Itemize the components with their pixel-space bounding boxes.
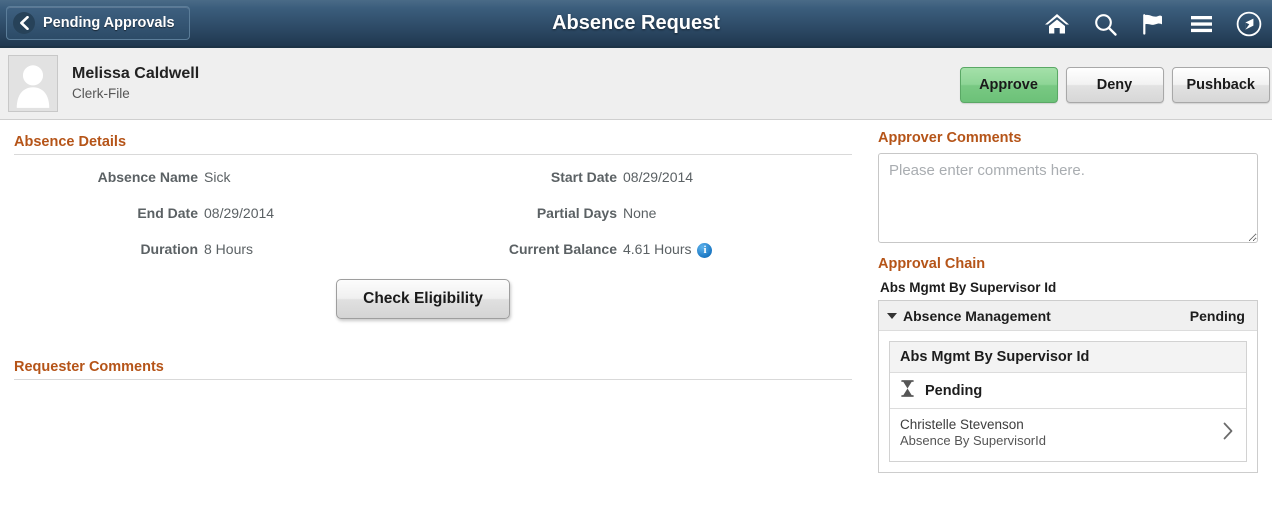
approval-chain-body: Abs Mgmt By Supervisor Id Pending Christ… (879, 331, 1257, 472)
absence-details-heading: Absence Details (14, 134, 852, 155)
hourglass-icon (900, 380, 915, 401)
header-icon-group (1042, 0, 1264, 48)
field-value: Sick (204, 169, 231, 185)
field-value: 4.61 Hours (623, 241, 692, 257)
app-header-bar: Pending Approvals Absence Request (0, 0, 1272, 48)
field-label: Partial Days (536, 205, 617, 221)
info-icon[interactable]: i (697, 242, 713, 258)
approval-step-card: Abs Mgmt By Supervisor Id Pending Christ… (889, 341, 1247, 462)
absence-details-left-column: Absence Name Sick End Date 08/29/2014 Du… (14, 169, 433, 277)
absence-details-fields: Absence Name Sick End Date 08/29/2014 Du… (14, 165, 852, 277)
approver-name: Christelle Stevenson (900, 417, 1024, 432)
approval-chain-subtitle: Abs Mgmt By Supervisor Id (880, 280, 1057, 295)
field-end-date: End Date 08/29/2014 (14, 205, 433, 221)
pushback-button[interactable]: Pushback (1171, 67, 1270, 103)
approval-chain-heading: Approval Chain (878, 256, 986, 272)
actions-menu-icon[interactable] (1186, 9, 1216, 39)
user-silhouette-icon (11, 58, 55, 109)
approval-action-buttons: Approve Deny Pushback (959, 67, 1270, 103)
field-label: Absence Name (97, 169, 198, 185)
approval-step-status-label: Pending (925, 382, 983, 399)
field-absence-name: Absence Name Sick (14, 169, 433, 185)
approve-button[interactable]: Approve (959, 67, 1058, 103)
field-value-wrap: 4.61 Hours i (623, 241, 713, 258)
absence-details-right-column: Start Date 08/29/2014 Partial Days None … (433, 169, 852, 277)
approval-step-status-row: Pending (890, 373, 1246, 409)
collapse-triangle-icon[interactable] (887, 312, 897, 319)
deny-button[interactable]: Deny (1065, 67, 1164, 103)
approval-chain-group-header[interactable]: Absence Management Pending (879, 301, 1257, 331)
notifications-flag-icon[interactable] (1138, 9, 1168, 39)
field-value: None (623, 205, 657, 221)
requester-comments-heading: Requester Comments (14, 359, 852, 380)
navigator-compass-icon[interactable] (1234, 9, 1264, 39)
approval-group-status: Pending (1189, 307, 1245, 324)
field-value: 08/29/2014 (204, 205, 275, 221)
field-label: Start Date (550, 169, 617, 185)
employee-name: Melissa Caldwell (72, 65, 200, 82)
field-value: 08/29/2014 (623, 169, 694, 185)
approver-info: Christelle Stevenson Absence By Supervis… (900, 417, 1046, 449)
back-to-pending-approvals-button[interactable]: Pending Approvals (6, 6, 190, 40)
check-eligibility-button[interactable]: Check Eligibility (336, 279, 510, 319)
check-eligibility-wrapper: Check Eligibility (14, 279, 852, 319)
approver-comments-input[interactable] (878, 153, 1258, 243)
chevron-left-icon (13, 12, 35, 34)
main-content: Absence Details Absence Name Sick End Da… (0, 120, 1272, 513)
field-label: Duration (140, 241, 198, 257)
approval-group-label: Absence Management (903, 307, 1051, 324)
approval-column: Approver Comments Approval Chain Abs Mgm… (868, 120, 1272, 513)
group-header-left: Absence Management (887, 308, 1051, 324)
field-label: Current Balance (508, 241, 617, 257)
chevron-right-icon[interactable] (1222, 422, 1234, 445)
search-icon[interactable] (1090, 9, 1120, 39)
employee-summary-bar: Melissa Caldwell Clerk-File Approve Deny… (0, 48, 1272, 120)
approver-role: Absence By SupervisorId (900, 433, 1046, 448)
approval-chain-panel: Absence Management Pending Abs Mgmt By S… (878, 300, 1258, 473)
field-label: End Date (137, 205, 198, 221)
employee-role: Clerk-File (72, 86, 130, 101)
field-start-date: Start Date 08/29/2014 (433, 169, 852, 185)
approver-comments-heading: Approver Comments (878, 130, 1022, 146)
home-icon[interactable] (1042, 9, 1072, 39)
back-button-label: Pending Approvals (43, 15, 175, 31)
field-current-balance: Current Balance 4.61 Hours i (433, 241, 852, 258)
absence-details-column: Absence Details Absence Name Sick End Da… (0, 120, 868, 513)
field-partial-days: Partial Days None (433, 205, 852, 221)
field-value: 8 Hours (204, 241, 254, 257)
employee-identity: Melissa Caldwell Clerk-File (72, 64, 199, 103)
approval-step-title: Abs Mgmt By Supervisor Id (890, 342, 1246, 373)
field-duration: Duration 8 Hours (14, 241, 433, 257)
avatar (8, 55, 58, 112)
approver-row[interactable]: Christelle Stevenson Absence By Supervis… (890, 409, 1246, 461)
